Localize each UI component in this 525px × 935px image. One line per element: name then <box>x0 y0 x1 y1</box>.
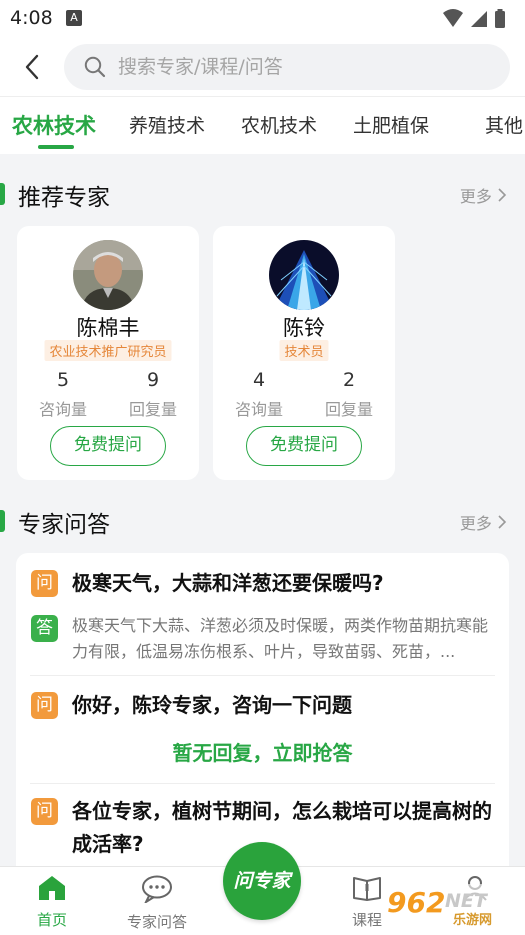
wifi-icon <box>443 9 463 27</box>
tab-agri-forestry[interactable]: 农林技术 <box>12 110 96 140</box>
home-icon <box>39 876 65 900</box>
tab-active-indicator <box>38 145 74 149</box>
notification-icon: A <box>66 10 82 26</box>
tab-other[interactable]: 其他 <box>485 111 523 138</box>
status-icons <box>441 8 511 34</box>
ask-expert-button[interactable]: 问专家 <box>223 842 301 920</box>
nav-expert-qa[interactable]: 专家问答 <box>117 875 197 932</box>
nav-home-label: 首页 <box>36 911 67 929</box>
recommended-experts-title: 推荐专家 <box>18 185 110 211</box>
divider <box>30 675 495 676</box>
search-input[interactable] <box>118 44 498 90</box>
section-accent-bar <box>0 183 5 205</box>
tab-soil-plant-protection[interactable]: 土肥植保 <box>353 111 429 138</box>
more-label: 更多 <box>459 187 492 206</box>
answer-badge: 答 <box>31 615 58 642</box>
expert-name: 陈铃 <box>283 316 325 340</box>
free-ask-button[interactable]: 免费提问 <box>246 426 362 466</box>
chat-bubble-icon <box>142 875 172 905</box>
watermark-suffix: NET <box>445 890 489 912</box>
search-box[interactable] <box>64 44 510 90</box>
expert-name: 陈棉丰 <box>76 316 140 340</box>
section-accent-bar <box>0 510 5 532</box>
expert-title-badge: 技术员 <box>279 340 329 361</box>
tab-farm-machinery[interactable]: 农机技术 <box>241 111 317 138</box>
qa-question: 你好，陈玲专家，咨询一下问题 <box>72 693 352 717</box>
question-badge: 问 <box>31 798 58 825</box>
consult-label: 咨询量 <box>234 400 283 419</box>
reply-count: 9 <box>146 369 160 391</box>
consult-label: 咨询量 <box>38 400 87 419</box>
avatar <box>73 240 143 310</box>
book-icon <box>353 877 381 901</box>
avatar <box>269 240 339 310</box>
signal-icon <box>471 11 487 27</box>
back-button[interactable] <box>12 46 52 88</box>
qa-answer: 极寒天气下大蒜、洋葱必须及时保暖，两类作物苗期抗寒能力有限，低温易冻伤根系、叶片… <box>72 616 489 661</box>
battery-icon <box>495 11 505 28</box>
qa-more-link[interactable]: 更多 <box>460 510 507 534</box>
nav-home[interactable]: 首页 <box>12 875 92 930</box>
consult-count: 5 <box>56 369 70 391</box>
watermark-sub: 乐游网 <box>453 912 492 928</box>
more-label: 更多 <box>459 514 492 533</box>
free-ask-button[interactable]: 免费提问 <box>50 426 166 466</box>
divider <box>30 783 495 784</box>
chevron-right-icon <box>498 188 507 202</box>
site-watermark: 962 NET 乐游网 <box>383 882 519 930</box>
expert-card[interactable]: 陈铃 技术员 4 2 咨询量 回复量 免费提问 <box>213 226 395 480</box>
nav-expert-qa-label: 专家问答 <box>126 913 187 931</box>
reply-label: 回复量 <box>324 400 373 419</box>
search-icon <box>84 56 106 78</box>
qa-question: 极寒天气，大蒜和洋葱还要保暖吗? <box>72 571 384 595</box>
reply-label: 回复量 <box>128 400 177 419</box>
no-reply-answer-now[interactable]: 暂无回复，立即抢答 <box>16 737 509 766</box>
status-time: 4:08 <box>10 7 53 29</box>
category-tabs: 农林技术 养殖技术 农机技术 土肥植保 其他 <box>0 96 525 154</box>
top-bar <box>0 38 525 96</box>
watermark-number: 962 <box>387 886 445 919</box>
consult-count: 4 <box>252 369 266 391</box>
reply-count: 2 <box>342 369 356 391</box>
expert-qa-title: 专家问答 <box>18 512 110 538</box>
qa-list-card: 问 极寒天气，大蒜和洋葱还要保暖吗? 答 极寒天气下大蒜、洋葱必须及时保暖，两类… <box>16 553 509 883</box>
expert-title-badge: 农业技术推广研究员 <box>44 340 172 361</box>
question-badge: 问 <box>31 570 58 597</box>
question-badge: 问 <box>31 692 58 719</box>
recommended-more-link[interactable]: 更多 <box>460 183 507 207</box>
expert-card[interactable]: 陈棉丰 农业技术推广研究员 5 9 咨询量 回复量 免费提问 <box>17 226 199 480</box>
status-bar: 4:08 A <box>0 0 525 38</box>
chevron-left-icon <box>25 54 39 80</box>
tab-breeding[interactable]: 养殖技术 <box>129 111 205 138</box>
chevron-right-icon <box>498 515 507 529</box>
